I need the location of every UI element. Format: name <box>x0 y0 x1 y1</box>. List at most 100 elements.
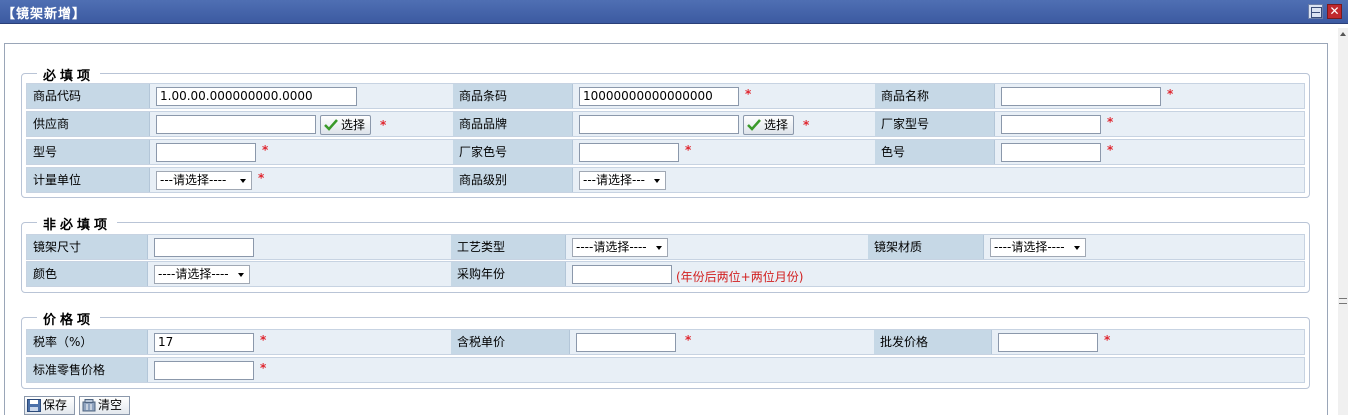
craft-type-select[interactable]: ----请选择---- <box>572 238 668 257</box>
frame-material-select-value: ----请选择---- <box>994 240 1065 254</box>
chevron-down-icon <box>656 246 662 250</box>
purchase-year-cell: (年份后两位+两位月份) <box>567 262 1301 286</box>
optional-fieldset: 非必填项 镜架尺寸 工艺类型 ----请选择---- 镜架材质 ----请选择-… <box>21 214 1310 293</box>
clear-button[interactable]: 清空 <box>79 396 130 415</box>
barcode-label: 商品条码 <box>453 84 573 108</box>
maker-color-input[interactable] <box>579 143 679 162</box>
form-row: 型号 * 厂家色号 * 色号 * <box>26 139 1305 165</box>
required-mark: * <box>1167 87 1174 101</box>
required-mark: * <box>745 87 752 101</box>
product-name-label: 商品名称 <box>875 84 995 108</box>
optional-section-legend: 非必填项 <box>24 214 118 233</box>
clear-icon <box>82 399 96 412</box>
vertical-scrollbar[interactable] <box>1338 28 1348 415</box>
wholesale-price-input[interactable] <box>998 333 1098 352</box>
tax-rate-label: 税率（%） <box>27 330 148 354</box>
brand-choose-button[interactable]: 选择 <box>743 115 794 135</box>
purchase-year-label: 采购年份 <box>451 262 566 286</box>
color-no-cell: * <box>996 140 1301 164</box>
choose-label: 选择 <box>341 118 366 132</box>
unit-select[interactable]: ---请选择---- <box>156 171 252 190</box>
model-input[interactable] <box>156 143 256 162</box>
color-no-input[interactable] <box>1001 143 1101 162</box>
color-select-value: ----请选择---- <box>158 267 229 281</box>
maker-model-input[interactable] <box>1001 115 1101 134</box>
check-icon <box>747 119 761 131</box>
check-icon <box>324 119 338 131</box>
frame-material-cell: ----请选择---- <box>985 235 1301 259</box>
required-mark: * <box>1107 115 1114 129</box>
brand-input[interactable] <box>579 115 739 134</box>
grade-select[interactable]: ---请选择--- <box>579 171 666 190</box>
supplier-label: 供应商 <box>27 112 150 136</box>
required-mark: * <box>803 118 810 132</box>
minimize-icon[interactable] <box>1308 4 1323 19</box>
supplier-input[interactable] <box>156 115 316 134</box>
required-mark: * <box>260 333 267 347</box>
unit-label: 计量单位 <box>27 168 150 192</box>
brand-cell: 选择 * <box>574 112 874 136</box>
product-name-input[interactable] <box>1001 87 1161 106</box>
grade-cell: ---请选择--- <box>574 168 1301 192</box>
product-code-label: 商品代码 <box>27 84 150 108</box>
required-mark: * <box>1104 333 1111 347</box>
frame-material-select[interactable]: ----请选择---- <box>990 238 1086 257</box>
close-icon[interactable]: ✕ <box>1327 4 1342 19</box>
price-fieldset: 价格项 税率（%） 17 * 含税单价 * 批发价格 * 标准零售价格 * <box>21 309 1310 389</box>
maker-model-cell: * <box>996 112 1301 136</box>
form-row: 镜架尺寸 工艺类型 ----请选择---- 镜架材质 ----请选择---- <box>26 234 1305 260</box>
grade-label: 商品级别 <box>453 168 573 192</box>
color-select[interactable]: ----请选择---- <box>154 265 250 284</box>
retail-price-input[interactable] <box>154 361 254 380</box>
required-mark: * <box>685 143 692 157</box>
required-mark: * <box>258 171 265 185</box>
purchase-year-input[interactable] <box>572 265 672 284</box>
color-label: 颜色 <box>27 262 148 286</box>
clear-label: 清空 <box>98 398 123 412</box>
frame-size-label: 镜架尺寸 <box>27 235 148 259</box>
save-button[interactable]: 保存 <box>24 396 75 415</box>
required-mark: * <box>262 143 269 157</box>
supplier-cell: 选择 * <box>151 112 452 136</box>
save-icon <box>27 399 41 412</box>
form-row: 税率（%） 17 * 含税单价 * 批发价格 * <box>26 329 1305 355</box>
price-section-legend: 价格项 <box>24 309 101 328</box>
chevron-down-icon <box>240 179 246 183</box>
form-row: 标准零售价格 * <box>26 357 1305 383</box>
required-fieldset: 必填项 商品代码 1.00.00.000000000.0000 商品条码 100… <box>21 65 1310 198</box>
required-mark: * <box>1107 143 1114 157</box>
frame-size-input[interactable] <box>154 238 254 257</box>
craft-type-label: 工艺类型 <box>451 235 566 259</box>
maker-color-label: 厂家色号 <box>453 140 573 164</box>
unit-select-value: ---请选择---- <box>160 173 227 187</box>
product-code-cell: 1.00.00.000000000.0000 <box>151 84 452 108</box>
tax-rate-input[interactable]: 17 <box>154 333 254 352</box>
required-mark: * <box>380 118 387 132</box>
craft-type-cell: ----请选择---- <box>567 235 867 259</box>
product-code-input[interactable]: 1.00.00.000000000.0000 <box>156 87 357 106</box>
supplier-choose-button[interactable]: 选择 <box>320 115 371 135</box>
required-mark: * <box>685 333 692 347</box>
unit-price-input[interactable] <box>576 333 676 352</box>
model-label: 型号 <box>27 140 150 164</box>
scroll-grip-icon[interactable] <box>1339 298 1347 304</box>
frame-material-label: 镜架材质 <box>868 235 984 259</box>
scroll-up-icon[interactable] <box>1340 32 1346 36</box>
window-title-bar: 【镜架新增】 ✕ <box>0 0 1348 24</box>
wholesale-price-label: 批发价格 <box>874 330 992 354</box>
frame-size-cell <box>149 235 450 259</box>
barcode-input[interactable]: 10000000000000000 <box>579 87 739 106</box>
retail-price-label: 标准零售价格 <box>27 358 148 382</box>
product-name-cell: * <box>996 84 1301 108</box>
purchase-year-hint: (年份后两位+两位月份) <box>676 270 804 284</box>
chevron-down-icon <box>654 179 660 183</box>
color-cell: ----请选择---- <box>149 262 450 286</box>
unit-cell: ---请选择---- * <box>151 168 452 192</box>
required-mark: * <box>260 361 267 375</box>
choose-label: 选择 <box>764 118 789 132</box>
model-cell: * <box>151 140 452 164</box>
form-row: 商品代码 1.00.00.000000000.0000 商品条码 1000000… <box>26 83 1305 109</box>
maker-model-label: 厂家型号 <box>875 112 995 136</box>
required-section-legend: 必填项 <box>24 65 101 84</box>
wholesale-price-cell: * <box>993 330 1301 354</box>
